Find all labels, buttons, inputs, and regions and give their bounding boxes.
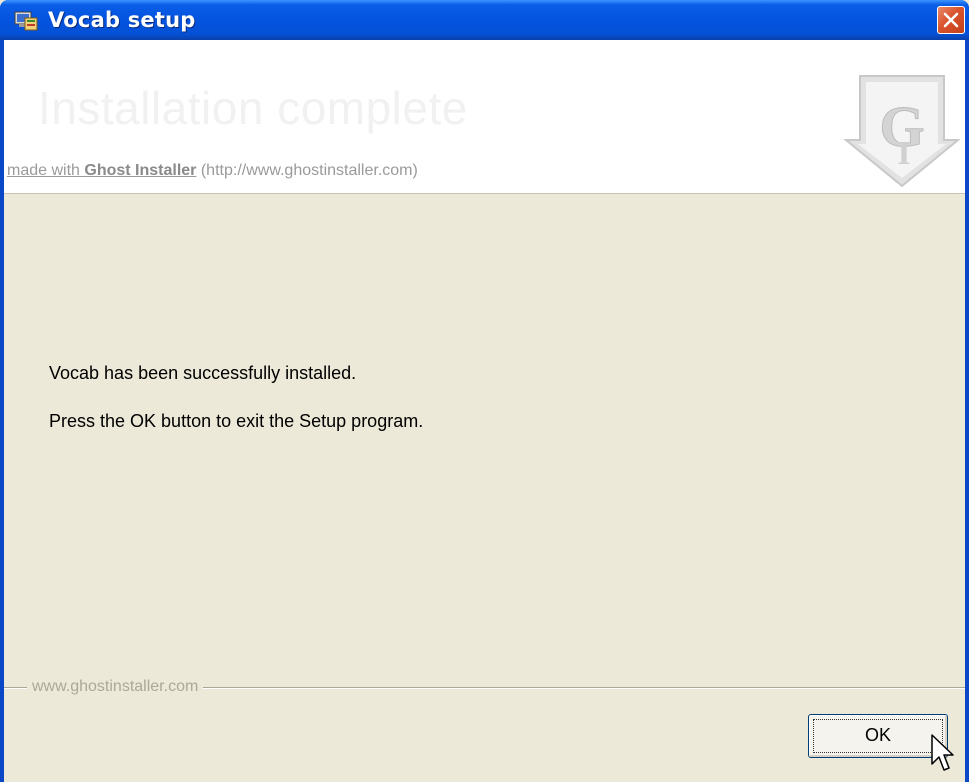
svg-text:I: I: [897, 135, 910, 172]
ghost-installer-logo-icon: G I: [840, 68, 961, 188]
title-bar[interactable]: Vocab setup: [0, 0, 969, 40]
website-url: (http://www.ghostinstaller.com): [196, 162, 418, 179]
ok-button[interactable]: OK: [808, 714, 948, 758]
success-message: Vocab has been successfully installed.: [49, 363, 357, 383]
window-frame-right: [965, 40, 969, 782]
close-icon: [943, 12, 959, 28]
setup-app-icon: [13, 8, 39, 32]
instruction-message: Press the OK button to exit the Setup pr…: [49, 411, 424, 431]
mouse-pointer-icon: [931, 734, 955, 774]
message-body: Vocab has been successfully installed. P…: [49, 362, 423, 458]
brand-name: Ghost Installer: [84, 162, 197, 179]
footer-website-label: www.ghostinstaller.com: [27, 677, 204, 697]
made-with-credit: made with Ghost Installer (http://www.gh…: [7, 161, 418, 181]
focus-rect: [813, 719, 943, 753]
dialog-client-area: Installation complete made with Ghost In…: [4, 40, 965, 782]
close-button[interactable]: [937, 6, 965, 34]
page-title: Installation complete: [38, 82, 468, 134]
ghost-installer-link[interactable]: made with Ghost Installer: [7, 162, 196, 179]
window-title: Vocab setup: [48, 8, 196, 32]
setup-window: Vocab setup Installation complete made w…: [0, 0, 969, 782]
made-with-prefix: made with: [7, 162, 85, 179]
header-banner: Installation complete made with Ghost In…: [4, 40, 965, 194]
